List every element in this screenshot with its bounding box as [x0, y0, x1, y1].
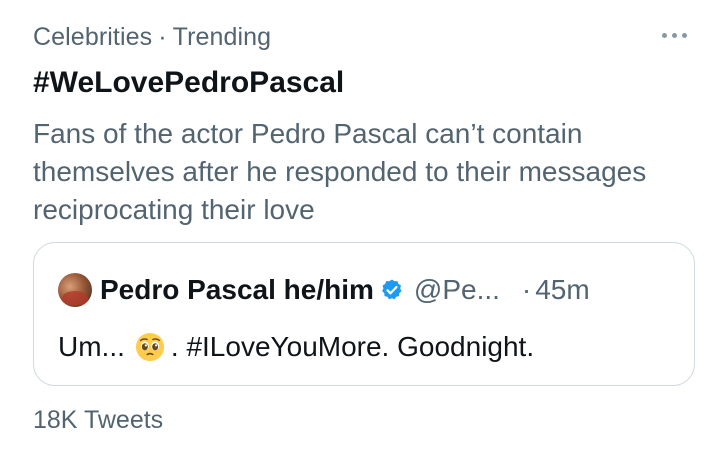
quoted-tweet-header: Pedro Pascal he/him @Pe... · 45m: [58, 273, 590, 307]
more-horizontal-icon: [661, 32, 687, 38]
quoted-tweet[interactable]: Pedro Pascal he/him @Pe... · 45m Um... .…: [33, 242, 695, 386]
trend-card[interactable]: Celebrities · Trending #WeLovePedroPascal …: [0, 0, 716, 453]
tweet-text-start: Um...: [58, 331, 125, 362]
more-options-button[interactable]: [654, 20, 694, 50]
avatar[interactable]: [58, 273, 92, 307]
pleading-face-emoji: [135, 332, 164, 362]
author-name[interactable]: Pedro Pascal he/him: [100, 274, 374, 306]
trend-category: Celebrities: [33, 23, 153, 51]
verified-badge-icon: [381, 279, 402, 300]
tweet-timestamp[interactable]: 45m: [535, 274, 589, 306]
author-handle[interactable]: @Pe...: [414, 274, 500, 306]
trend-hashtag[interactable]: #WeLovePedroPascal: [33, 65, 344, 101]
tweet-count: 18K Tweets: [33, 406, 164, 434]
quoted-tweet-text: Um... . #ILoveYouMore. Goodnight.: [58, 329, 534, 365]
trend-status: Trending: [172, 23, 272, 51]
trend-metadata: Celebrities · Trending: [33, 22, 271, 52]
trend-description: Fans of the actor Pedro Pascal can’t con…: [33, 118, 647, 225]
time-separator: ·: [521, 274, 532, 305]
meta-separator: ·: [158, 23, 167, 51]
tweet-text-end: . #ILoveYouMore. Goodnight.: [170, 331, 535, 362]
